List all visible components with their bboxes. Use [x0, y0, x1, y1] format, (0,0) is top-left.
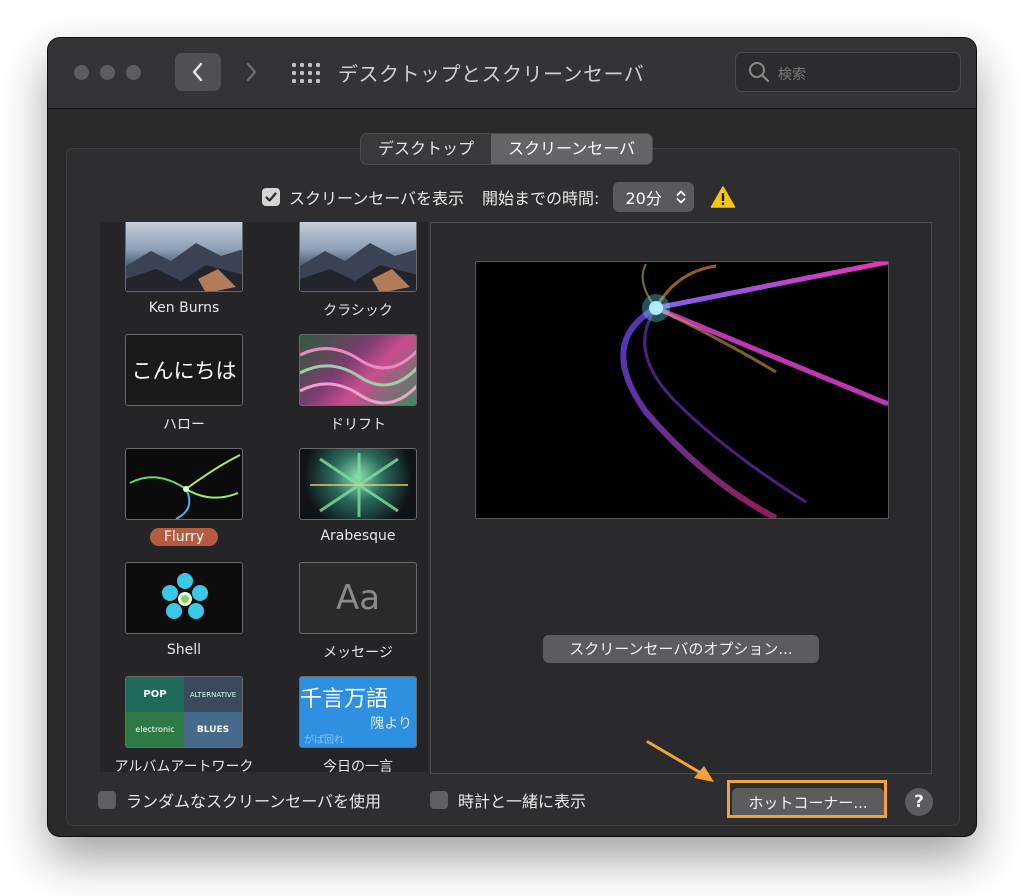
search-placeholder: 検索: [778, 67, 806, 83]
album-tile-electronic: electronic: [126, 712, 184, 747]
list-item-label: Shell: [166, 642, 202, 658]
warning-icon[interactable]: [710, 185, 736, 209]
show-screensaver-label: スクリーンセーバを表示: [289, 189, 465, 208]
start-after-label: 開始までの時間:: [482, 189, 600, 208]
tab-screensaver[interactable]: スクリーンセーバ: [491, 134, 653, 164]
list-item-word-of-the-day[interactable]: 千言万語 隗より がば回れ 今日の一言: [278, 676, 428, 772]
list-item-label: メッセージ: [323, 645, 393, 661]
word-thumb-sub: 隗より: [370, 716, 412, 732]
list-item-message[interactable]: Aa メッセージ: [278, 562, 428, 662]
ken-burns-thumbnail: [125, 222, 243, 292]
list-item-label: 今日の一言: [323, 759, 393, 772]
message-thumbnail: Aa: [299, 562, 417, 634]
list-item-album-artwork[interactable]: POP ALTERNATIVE electronic BLUES アルバムアート…: [104, 676, 264, 772]
zoom-window-button[interactable]: [126, 65, 141, 80]
minimize-window-button[interactable]: [100, 65, 115, 80]
message-thumbnail-text: Aa: [335, 578, 381, 618]
close-window-button[interactable]: [74, 65, 89, 80]
list-item-label: Arabesque: [320, 528, 396, 544]
back-button[interactable]: [175, 53, 221, 91]
show-with-clock-label: 時計と一緒に表示: [458, 792, 587, 811]
list-item-label: ハロー: [163, 417, 205, 433]
preview-area: スクリーンセーバのオプション...: [430, 222, 932, 774]
list-item-classic[interactable]: クラシック: [278, 222, 428, 320]
show-all-grid-icon[interactable]: [292, 62, 320, 84]
list-item-flurry[interactable]: Flurry: [104, 448, 264, 546]
show-with-clock-checkbox[interactable]: [430, 791, 448, 809]
drift-thumbnail: [299, 334, 417, 406]
checkmark-icon: [265, 192, 277, 202]
forward-chevron-icon: [246, 62, 257, 82]
screensaver-options-button[interactable]: スクリーンセーバのオプション...: [543, 635, 819, 663]
search-icon: [749, 62, 770, 83]
back-chevron-icon: [192, 62, 203, 82]
list-item-drift[interactable]: ドリフト: [278, 334, 428, 434]
word-of-the-day-thumbnail: 千言万語 隗より がば回れ: [299, 676, 417, 748]
annotation-arrow: [646, 740, 714, 782]
random-screensaver-checkbox[interactable]: [98, 791, 116, 809]
list-item-label: ドリフト: [330, 417, 386, 433]
album-tile-pop: POP: [126, 677, 184, 712]
titlebar: デスクトップとスクリーンセーバ 検索: [48, 38, 976, 109]
show-with-clock-option[interactable]: 時計と一緒に表示: [430, 788, 586, 812]
hello-thumbnail: こんにちは: [125, 334, 243, 406]
list-item-hello[interactable]: こんにちは ハロー: [104, 334, 264, 434]
album-artwork-thumbnail: POP ALTERNATIVE electronic BLUES: [125, 676, 243, 748]
show-screensaver-checkbox[interactable]: [262, 188, 280, 206]
start-after-popup[interactable]: 20分: [613, 182, 694, 212]
hello-thumbnail-text: こんにちは: [131, 359, 237, 383]
stepper-updown-icon: [676, 190, 686, 204]
classic-thumbnail: [299, 222, 417, 292]
flurry-preview-art: [620, 262, 888, 518]
forward-button[interactable]: [228, 53, 274, 91]
tab-desktop[interactable]: デスクトップ: [361, 134, 491, 164]
random-screensaver-label: ランダムなスクリーンセーバを使用: [126, 792, 382, 811]
album-tile-blues: BLUES: [184, 712, 242, 747]
flurry-thumbnail: [125, 448, 243, 520]
screensaver-list[interactable]: Ken Burns クラシック こんにちは ハロー ドリフト Flurry Ar…: [100, 222, 428, 772]
list-item-shell[interactable]: Shell: [104, 562, 264, 658]
word-thumb-small: がば回れ: [304, 735, 344, 746]
tab-control: デスクトップ スクリーンセーバ: [360, 133, 654, 165]
screensaver-settings-row: スクリーンセーバを表示 開始までの時間: 20分: [262, 182, 736, 212]
arabesque-thumbnail: [299, 448, 417, 520]
list-item-label: アルバムアートワーク: [114, 759, 254, 772]
help-button[interactable]: ?: [905, 788, 933, 816]
flurry-preview: [475, 261, 889, 519]
search-field[interactable]: 検索: [735, 52, 961, 92]
list-item-label: クラシック: [323, 303, 393, 319]
hot-corners-highlight: [727, 780, 887, 818]
window-title: デスクトップとスクリーンセーバ: [338, 62, 645, 86]
start-after-value: 20分: [625, 189, 662, 208]
album-tile-alternative: ALTERNATIVE: [184, 677, 242, 712]
word-thumb-main: 千言万語: [300, 687, 389, 712]
preferences-window: デスクトップとスクリーンセーバ 検索 デスクトップ スクリーンセーバ スクリーン…: [48, 38, 976, 836]
list-item-label-selected: Flurry: [149, 528, 219, 546]
list-item-ken-burns[interactable]: Ken Burns: [104, 222, 264, 316]
list-item-arabesque[interactable]: Arabesque: [278, 448, 428, 544]
random-screensaver-option[interactable]: ランダムなスクリーンセーバを使用: [98, 788, 381, 812]
shell-thumbnail: [125, 562, 243, 634]
list-item-label: Ken Burns: [148, 300, 220, 316]
